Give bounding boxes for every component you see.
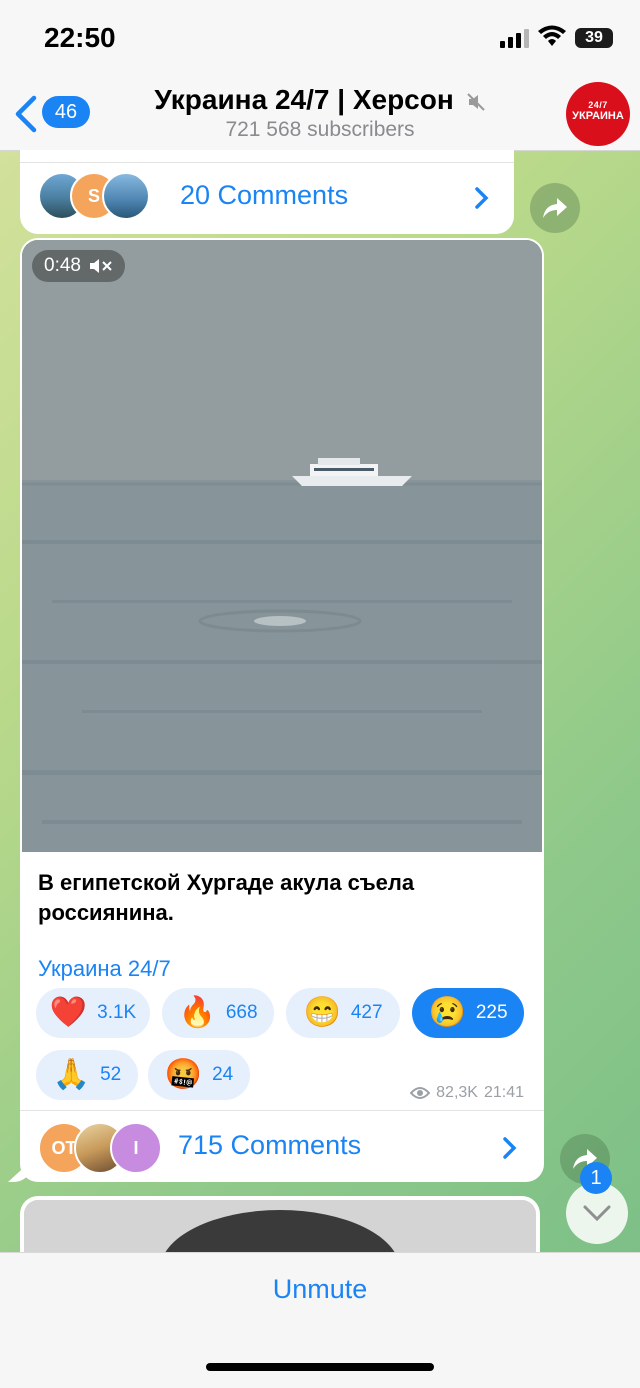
channel-avatar-word: УКРАИНА bbox=[572, 110, 624, 122]
post-caption: В египетской Хургаде акула съела россиян… bbox=[38, 870, 415, 925]
commenter-avatars: OT I bbox=[38, 1122, 162, 1174]
divider bbox=[20, 1110, 544, 1111]
eye-icon bbox=[410, 1087, 431, 1099]
cursing-face-icon: 🤬 bbox=[164, 1058, 203, 1091]
speaker-off-icon bbox=[89, 259, 112, 273]
share-button[interactable] bbox=[530, 183, 580, 233]
post-bubble: 0:48 В египетской Хургаде акула съела ро… bbox=[20, 238, 544, 1182]
reaction-count: 24 bbox=[212, 1064, 234, 1085]
post-meta: 82,3K 21:41 bbox=[410, 1084, 524, 1102]
reaction-grin[interactable]: 😁 427 bbox=[286, 988, 400, 1038]
avatar-initials: OT bbox=[51, 1137, 77, 1158]
video-duration[interactable]: 0:48 bbox=[32, 250, 125, 282]
fire-icon: 🔥 bbox=[178, 996, 216, 1029]
unread-badge: 1 bbox=[580, 1162, 612, 1194]
channel-avatar[interactable]: 24/7 УКРАИНА bbox=[566, 82, 630, 146]
previous-post-footer: S 20 Comments bbox=[20, 150, 514, 234]
grin-icon: 😁 bbox=[303, 996, 341, 1029]
video-frame bbox=[22, 240, 542, 852]
crying-icon: 😢 bbox=[428, 996, 466, 1029]
channel-title-wrap[interactable]: Украина 24/7 | Херсон bbox=[0, 84, 640, 116]
reaction-heart[interactable]: ❤️ 3.1K bbox=[36, 988, 150, 1038]
channel-title: Украина 24/7 | Херсон bbox=[154, 84, 454, 115]
mute-icon bbox=[466, 92, 485, 111]
post-signature[interactable]: Украина 24/7 bbox=[38, 956, 171, 982]
cellular-signal-icon bbox=[500, 29, 529, 48]
avatar-initials: I bbox=[133, 1137, 139, 1158]
reaction-count: 427 bbox=[350, 1002, 383, 1023]
top-bar: 22:50 39 46 Украина 24/7 | Херсон 721 56… bbox=[0, 0, 640, 151]
reaction-count: 3.1K bbox=[97, 1002, 137, 1023]
divider bbox=[20, 162, 514, 163]
reaction-crying[interactable]: 😢 225 bbox=[412, 988, 524, 1038]
channel-avatar-number: 24/7 bbox=[588, 100, 608, 110]
chevron-right-icon[interactable] bbox=[502, 1136, 518, 1160]
reaction-count: 52 bbox=[100, 1064, 122, 1085]
post-time: 21:41 bbox=[483, 1084, 524, 1101]
reaction-pray[interactable]: 🙏 52 bbox=[36, 1050, 138, 1100]
chevron-down-icon bbox=[583, 1205, 611, 1222]
unmute-button[interactable]: Unmute bbox=[0, 1273, 640, 1306]
comments-link[interactable]: 715 Comments bbox=[178, 1130, 361, 1161]
reaction-fire[interactable]: 🔥 668 bbox=[162, 988, 274, 1038]
video-player[interactable]: 0:48 bbox=[22, 240, 542, 852]
bottom-bar: Unmute bbox=[0, 1252, 640, 1388]
pray-icon: 🙏 bbox=[52, 1058, 91, 1091]
reaction-count: 668 bbox=[225, 1002, 258, 1023]
avatar: I bbox=[110, 1122, 162, 1174]
avatar-letter: S bbox=[87, 185, 100, 206]
avatar bbox=[102, 172, 150, 220]
reaction-cursing[interactable]: 🤬 24 bbox=[148, 1050, 250, 1100]
reaction-count: 225 bbox=[475, 1002, 508, 1023]
battery-indicator: 39 bbox=[575, 28, 613, 48]
subscriber-count: 721 568 subscribers bbox=[225, 118, 415, 141]
home-indicator bbox=[206, 1363, 434, 1371]
share-icon bbox=[543, 198, 567, 218]
view-count: 82,3K bbox=[436, 1084, 478, 1101]
heart-icon: ❤️ bbox=[49, 996, 88, 1029]
duration-text: 0:48 bbox=[44, 255, 81, 276]
comments-link[interactable]: 20 Comments bbox=[180, 180, 348, 211]
commenter-avatars: S bbox=[38, 172, 150, 220]
status-time: 22:50 bbox=[44, 22, 116, 53]
chevron-right-icon[interactable] bbox=[474, 186, 490, 210]
wifi-icon bbox=[538, 25, 566, 46]
